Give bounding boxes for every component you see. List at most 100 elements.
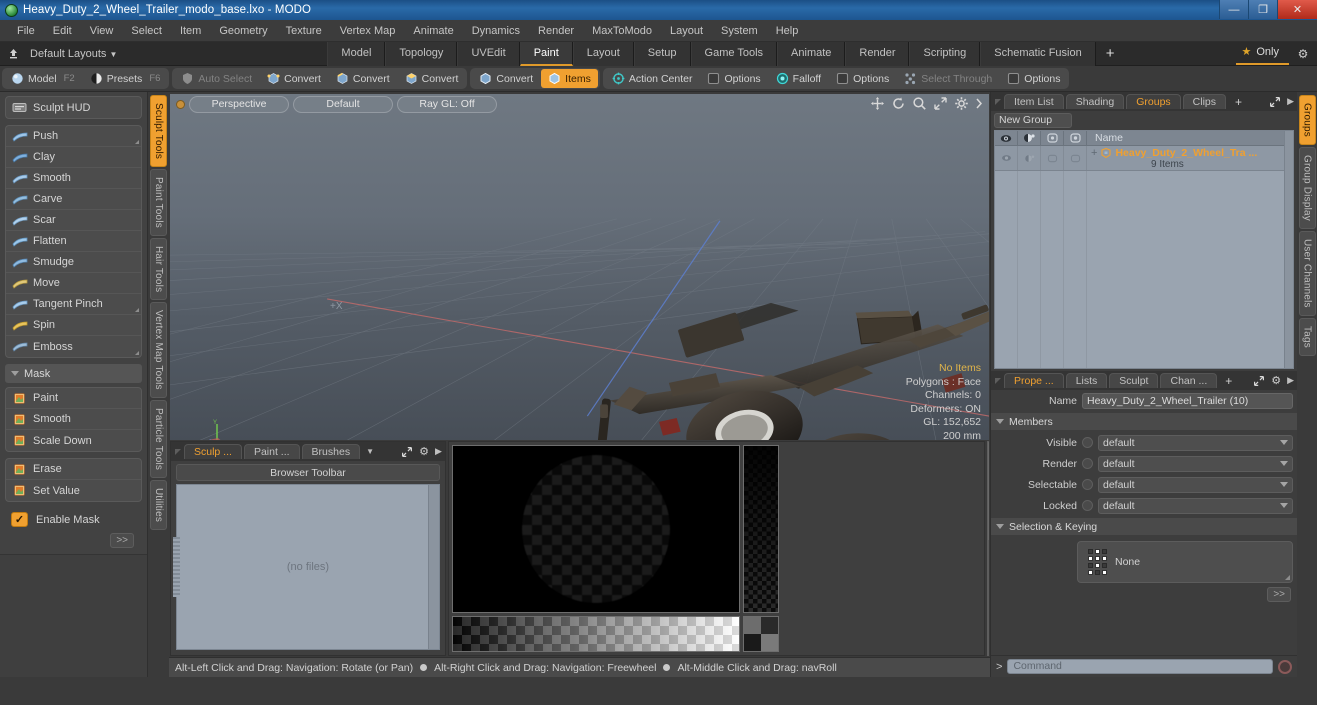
settings-gear-icon[interactable]: ⚙ <box>1289 47 1317 61</box>
selection-keying-header[interactable]: Selection & Keying <box>991 518 1297 535</box>
property-dropdown-locked[interactable]: default <box>1098 497 1293 514</box>
gear-icon[interactable]: ⚙ <box>419 445 429 458</box>
menu-item-maxtomodo[interactable]: MaxToModo <box>583 20 661 42</box>
sculpt-tool-smudge[interactable]: Smudge <box>6 252 141 273</box>
chevron-right-icon[interactable]: ▶ <box>1287 96 1294 107</box>
sculpt-tool-tangent-pinch[interactable]: Tangent Pinch <box>6 294 141 315</box>
menu-item-texture[interactable]: Texture <box>277 20 331 42</box>
zoom-icon[interactable] <box>912 96 927 111</box>
toolbar-button-options[interactable]: Options <box>700 69 767 88</box>
expand-plus-icon[interactable]: + <box>1091 147 1097 159</box>
gear-icon[interactable]: ⚙ <box>1271 374 1281 387</box>
menu-item-system[interactable]: System <box>712 20 767 42</box>
tab-brushes[interactable]: Brushes <box>301 444 361 460</box>
sculpt-tool-smooth[interactable]: Smooth <box>6 168 141 189</box>
sculpt-tool-flatten[interactable]: Flatten <box>6 231 141 252</box>
maximize-button[interactable]: ❐ <box>1248 0 1277 19</box>
layout-tab-model[interactable]: Model <box>327 41 386 66</box>
enable-mask-row[interactable]: ✓ Enable Mask <box>5 508 142 527</box>
property-dropdown-visible[interactable]: default <box>1098 434 1293 451</box>
layout-tab-animate[interactable]: Animate <box>777 41 846 66</box>
menu-item-animate[interactable]: Animate <box>404 20 462 42</box>
eye-icon[interactable] <box>995 130 1018 146</box>
mask-tool-erase[interactable]: Erase <box>6 459 141 480</box>
property-knob[interactable] <box>1082 458 1093 469</box>
layout-tab-setup[interactable]: Setup <box>633 41 691 66</box>
mask-tool-smooth[interactable]: Smooth <box>6 409 141 430</box>
menu-item-view[interactable]: View <box>81 20 123 42</box>
chevron-right-icon[interactable]: ▶ <box>435 446 442 457</box>
vtab-hair-tools[interactable]: Hair Tools <box>150 238 167 301</box>
sculpt-tool-clay[interactable]: Clay <box>6 147 141 168</box>
close-button[interactable]: ✕ <box>1277 0 1317 19</box>
preview-panel[interactable] <box>987 441 989 657</box>
property-dropdown-selectable[interactable]: default <box>1098 476 1293 493</box>
maximize-icon[interactable] <box>1253 375 1265 387</box>
panel-corner-icon[interactable] <box>995 98 1001 105</box>
groups-tree[interactable]: Name + Heavy_Duty_2_Wheel_Tra ... 9 Item… <box>994 130 1294 369</box>
menu-item-item[interactable]: Item <box>171 20 210 42</box>
chevron-right-icon[interactable]: ▶ <box>1287 375 1294 386</box>
mask-section-header[interactable]: Mask <box>5 364 142 383</box>
color-swatch-pair[interactable] <box>742 616 779 653</box>
browser-toolbar[interactable]: Browser Toolbar <box>176 464 440 482</box>
drag-grip[interactable] <box>173 537 180 598</box>
maximize-icon[interactable] <box>401 446 413 458</box>
toolbar-button-convert[interactable]: Convert <box>472 69 540 88</box>
sculpt-tool-spin[interactable]: Spin <box>6 315 141 336</box>
toolbar-button-options[interactable]: Options <box>1000 69 1067 88</box>
brush-shape-preview[interactable] <box>451 445 740 614</box>
brush-falloff-strip[interactable] <box>742 445 779 614</box>
toolbar-button-action-center[interactable]: Action Center <box>605 69 700 88</box>
tab-prope-[interactable]: Prope ... <box>1004 373 1064 388</box>
maximize-icon[interactable] <box>1269 96 1281 108</box>
layout-tab-schematic-fusion[interactable]: Schematic Fusion <box>980 41 1096 66</box>
tree-scrollbar[interactable] <box>1284 131 1293 368</box>
tree-empty-body[interactable] <box>995 171 1293 368</box>
add-prop-tab-button[interactable]: + <box>1219 374 1238 388</box>
keying-selector[interactable]: None <box>1077 541 1293 583</box>
row-render-toggle[interactable] <box>1018 146 1041 170</box>
vtab-tags[interactable]: Tags <box>1298 317 1316 356</box>
vtab-groups[interactable]: Groups <box>1298 95 1316 145</box>
gear-icon[interactable] <box>954 96 969 111</box>
add-layout-button[interactable]: + <box>1096 42 1125 65</box>
browser-dropdown-icon[interactable]: ▼ <box>366 447 374 456</box>
chevron-right-icon[interactable] <box>975 97 983 110</box>
tab-sculp-[interactable]: Sculp ... <box>184 444 242 460</box>
menu-item-render[interactable]: Render <box>529 20 583 42</box>
tab-shading[interactable]: Shading <box>1065 94 1125 109</box>
tab-paint-[interactable]: Paint ... <box>243 444 300 460</box>
rotate-icon[interactable] <box>891 96 906 111</box>
menu-item-file[interactable]: File <box>8 20 44 42</box>
row-select-toggle[interactable] <box>1064 146 1087 170</box>
vtab-particle-tools[interactable]: Particle Tools <box>150 400 167 479</box>
vtab-user-channels[interactable]: User Channels <box>1298 230 1316 316</box>
vtab-sculpt-tools[interactable]: Sculpt Tools <box>150 95 167 168</box>
maximize-icon[interactable] <box>933 96 948 111</box>
vtab-group-display[interactable]: Group Display <box>1298 147 1316 229</box>
mask-tool-set-value[interactable]: Set Value <box>6 480 141 501</box>
layout-tab-scripting[interactable]: Scripting <box>909 41 981 66</box>
command-input[interactable]: Command <box>1007 659 1273 674</box>
viewport-3d[interactable]: Perspective Default Ray GL: Off +X Y No … <box>170 94 989 441</box>
toolbar-button-auto-select[interactable]: Auto Select <box>174 69 259 88</box>
new-group-button[interactable]: New Group <box>994 113 1072 128</box>
toolbar-button-convert[interactable]: Convert <box>329 69 397 88</box>
value-gradient-bar[interactable] <box>451 616 740 653</box>
layout-tab-paint[interactable]: Paint <box>519 41 573 66</box>
menu-item-geometry[interactable]: Geometry <box>210 20 276 42</box>
toolbar-button-options[interactable]: Options <box>829 69 896 88</box>
row-lock-toggle[interactable] <box>1041 146 1064 170</box>
toolbar-button-convert[interactable]: Convert <box>260 69 328 88</box>
toolbar-button-presets[interactable]: Presets F6 <box>83 69 168 88</box>
sculpt-tool-emboss[interactable]: Emboss <box>6 336 141 357</box>
sculpt-hud-button[interactable]: Sculpt HUD <box>6 97 141 118</box>
table-row[interactable]: + Heavy_Duty_2_Wheel_Tra ... 9 Items <box>995 146 1293 171</box>
toolbar-button-falloff[interactable]: Falloff <box>769 69 828 88</box>
layout-tab-render[interactable]: Render <box>845 41 910 66</box>
property-knob[interactable] <box>1082 479 1093 490</box>
left-expand-button[interactable]: >> <box>110 533 134 548</box>
viewport-shading-button[interactable]: Default <box>293 95 393 113</box>
row-visible-toggle[interactable] <box>995 146 1018 170</box>
